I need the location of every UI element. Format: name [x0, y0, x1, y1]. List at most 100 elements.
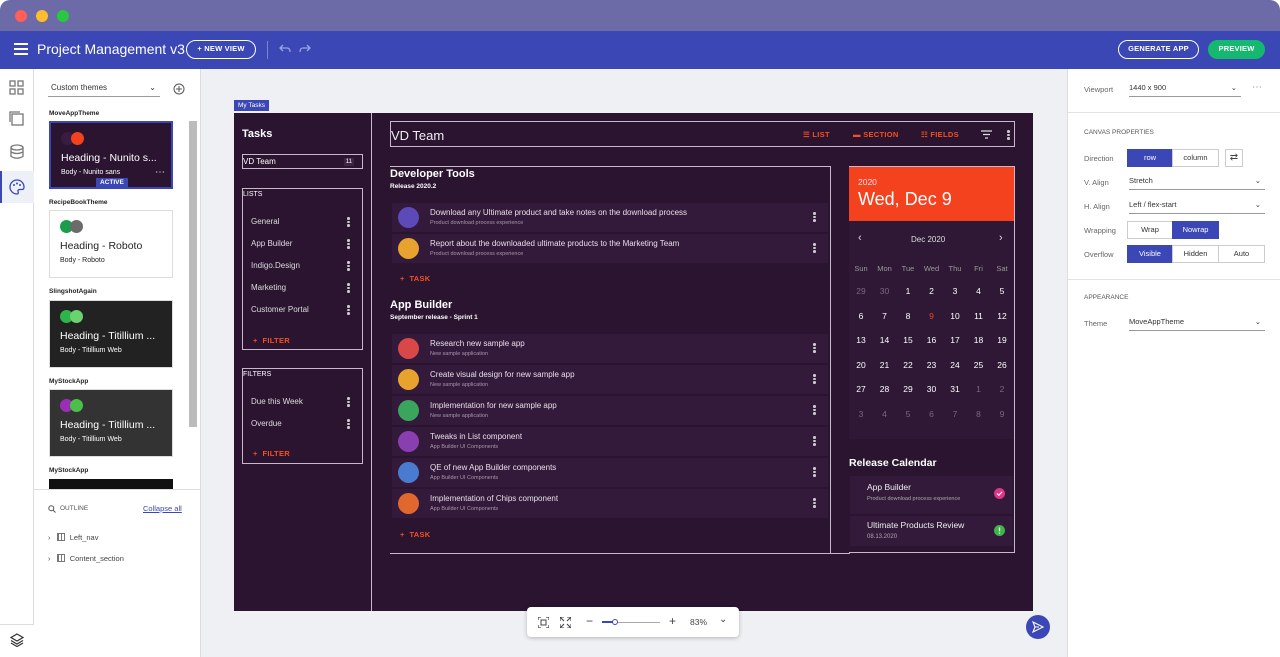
chevron-right-icon[interactable]: ›: [48, 554, 51, 563]
task-item[interactable]: Create visual design for new sample app …: [392, 365, 828, 394]
components-icon[interactable]: [9, 80, 25, 96]
release-event[interactable]: App Builder Product download process exp…: [850, 476, 1013, 514]
palette-icon[interactable]: [9, 179, 25, 195]
calendar-day[interactable]: 15: [897, 335, 919, 345]
chevron-right-icon[interactable]: ›: [999, 232, 1003, 244]
calendar-day[interactable]: 3: [850, 409, 872, 419]
add-task-button[interactable]: + TASK: [400, 274, 431, 283]
preview-button[interactable]: PREVIEW: [1208, 40, 1265, 59]
filter-item-due-this-week[interactable]: Due this Week: [251, 397, 303, 406]
nav-item-general[interactable]: General: [251, 217, 279, 226]
calendar-day[interactable]: 25: [968, 360, 990, 370]
minimize-window-button[interactable]: [36, 10, 48, 22]
calendar-day[interactable]: 2: [921, 286, 943, 296]
theme-card[interactable]: Heading - Roboto Body - Roboto: [49, 210, 173, 278]
nav-item-indigo-design[interactable]: Indigo.Design: [251, 261, 300, 270]
direction-column-option[interactable]: column: [1172, 149, 1219, 167]
zoom-value[interactable]: 83%: [690, 617, 707, 627]
task-item[interactable]: Report about the downloaded ultimate pro…: [392, 234, 828, 263]
nav-item-app-builder[interactable]: App Builder: [251, 239, 292, 248]
calendar-day[interactable]: 30: [874, 286, 896, 296]
maximize-window-button[interactable]: [57, 10, 69, 22]
overflow-hidden-option[interactable]: Hidden: [1172, 245, 1219, 263]
calendar-day[interactable]: 24: [944, 360, 966, 370]
generate-app-button[interactable]: GENERATE APP: [1118, 40, 1199, 59]
calendar-day[interactable]: 10: [944, 311, 966, 321]
calendar-day[interactable]: 3: [944, 286, 966, 296]
zoom-slider[interactable]: [602, 619, 660, 625]
fit-to-screen-icon[interactable]: [538, 617, 549, 628]
more-vert-icon[interactable]: [347, 305, 350, 315]
calendar-day[interactable]: 28: [874, 384, 896, 394]
overflow-visible-option[interactable]: Visible: [1127, 245, 1173, 263]
calendar-day[interactable]: 9: [921, 311, 943, 321]
calendar-day[interactable]: 11: [968, 311, 990, 321]
add-task-button[interactable]: + TASK: [400, 530, 431, 539]
calendar-day[interactable]: 20: [850, 360, 872, 370]
themes-dropdown[interactable]: Custom themes ⌄: [48, 81, 160, 97]
calendar-day[interactable]: 29: [850, 286, 872, 296]
calendar-day[interactable]: 4: [968, 286, 990, 296]
nowrap-option[interactable]: Nowrap: [1172, 221, 1219, 239]
theme-card[interactable]: Heading - Titillium ... Body - Titillium…: [49, 300, 173, 368]
calendar-day[interactable]: 14: [874, 335, 896, 345]
data-icon[interactable]: [9, 144, 25, 160]
add-filter-button[interactable]: + FILTER: [253, 449, 290, 458]
calendar-day[interactable]: 5: [991, 286, 1013, 296]
more-vert-icon[interactable]: [813, 498, 816, 508]
task-item[interactable]: QE of new App Builder components App Bui…: [392, 458, 828, 487]
calendar-day[interactable]: 17: [944, 335, 966, 345]
calendar-day[interactable]: 23: [921, 360, 943, 370]
more-vert-icon[interactable]: [1007, 130, 1010, 140]
more-vert-icon[interactable]: [813, 467, 816, 477]
theme-dropdown[interactable]: MoveAppTheme ⌄: [1129, 315, 1265, 331]
list-button[interactable]: ☰ LIST: [803, 130, 830, 139]
calendar-day[interactable]: 9: [991, 409, 1013, 419]
more-vert-icon[interactable]: [813, 243, 816, 253]
more-vert-icon[interactable]: [813, 212, 816, 222]
outline-node[interactable]: › Content_section: [48, 554, 124, 563]
calendar-day[interactable]: 12: [991, 311, 1013, 321]
calendar-day[interactable]: 26: [991, 360, 1013, 370]
calendar-day[interactable]: 19: [991, 335, 1013, 345]
filter-icon[interactable]: [981, 130, 992, 139]
task-item[interactable]: Implementation for new sample app New sa…: [392, 396, 828, 425]
zoom-out-button[interactable]: −: [586, 614, 593, 628]
calendar-day[interactable]: 22: [897, 360, 919, 370]
viewport-dropdown[interactable]: 1440 x 900 ⌄: [1129, 81, 1241, 97]
views-icon[interactable]: [9, 111, 25, 127]
more-vert-icon[interactable]: [813, 343, 816, 353]
calendar-day[interactable]: 18: [968, 335, 990, 345]
calendar-day[interactable]: 30: [921, 384, 943, 394]
task-item[interactable]: Download any Ultimate product and take n…: [392, 203, 828, 232]
fields-button[interactable]: ☷ FIELDS: [921, 130, 959, 139]
calendar-day[interactable]: 13: [850, 335, 872, 345]
calendar-day[interactable]: 7: [944, 409, 966, 419]
more-vert-icon[interactable]: [347, 283, 350, 293]
expand-icon[interactable]: [560, 617, 571, 628]
calendar-day[interactable]: 7: [874, 311, 896, 321]
calendar-day[interactable]: 29: [897, 384, 919, 394]
outline-node[interactable]: › Left_nav: [48, 533, 98, 542]
nav-item-marketing[interactable]: Marketing: [251, 283, 286, 292]
more-vert-icon[interactable]: [813, 374, 816, 384]
more-vert-icon[interactable]: [347, 419, 350, 429]
zoom-slider-handle[interactable]: [612, 619, 618, 625]
nav-item-customer-portal[interactable]: Customer Portal: [251, 305, 309, 314]
wrap-option[interactable]: Wrap: [1127, 221, 1173, 239]
new-view-button[interactable]: + NEW VIEW: [186, 40, 256, 59]
more-options-icon[interactable]: ⋯: [155, 167, 165, 178]
section-button[interactable]: ▬ SECTION: [853, 130, 899, 139]
more-vert-icon[interactable]: [347, 239, 350, 249]
calendar-day[interactable]: 4: [874, 409, 896, 419]
more-vert-icon[interactable]: [347, 261, 350, 271]
calendar-day[interactable]: 6: [850, 311, 872, 321]
zoom-in-button[interactable]: +: [669, 614, 676, 628]
filter-item-overdue[interactable]: Overdue: [251, 419, 282, 428]
close-window-button[interactable]: [15, 10, 27, 22]
calendar-day[interactable]: 31: [944, 384, 966, 394]
add-filter-button[interactable]: + FILTER: [253, 336, 290, 345]
task-item[interactable]: Research new sample app New sample appli…: [392, 334, 828, 363]
release-event[interactable]: Ultimate Products Review 08.13.2020: [850, 516, 1013, 546]
swap-direction-icon[interactable]: ⇄: [1225, 149, 1243, 167]
